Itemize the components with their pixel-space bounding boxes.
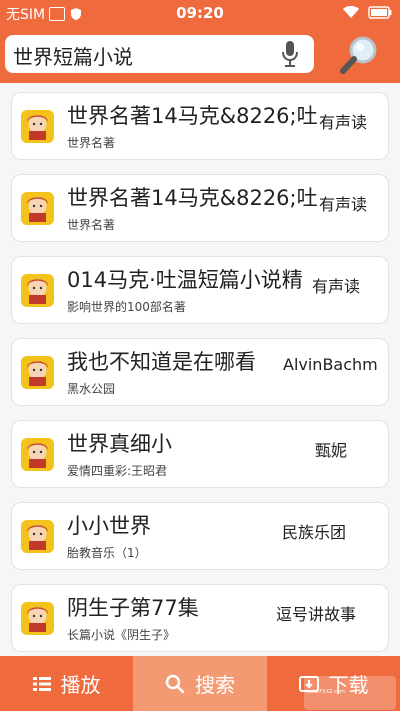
tab-play-label: 播放	[60, 673, 101, 697]
status-right	[342, 5, 392, 19]
battery-icon	[368, 5, 392, 19]
result-author: 有声读	[312, 277, 361, 296]
microphone-icon[interactable]	[280, 40, 300, 68]
result-card[interactable]: 我也不知道是在哪看 黑水公园 AlvinBachm	[11, 338, 389, 406]
status-time: 09:20	[176, 4, 224, 22]
result-card[interactable]: 世界真细小 爱情四重彩:王昭君 甄妮	[11, 420, 389, 488]
result-title: 014马克·吐温短篇小说精	[67, 268, 303, 292]
watermark-logo: www.FXXZ.com	[304, 676, 396, 710]
app-avatar-icon	[21, 356, 54, 389]
search-query[interactable]: 世界短篇小说	[13, 41, 133, 70]
app-avatar-icon	[21, 110, 54, 143]
result-card[interactable]: 阴生子第77集 长篇小说《阴生子》 逗号讲故事	[11, 584, 389, 652]
result-list: 世界名著14马克&8226;吐 世界名著 有声读 世界名著14马克&8226;吐…	[0, 83, 400, 656]
result-author: AlvinBachm	[283, 355, 378, 374]
result-subtitle: 影响世界的100部名著	[67, 300, 186, 314]
result-card[interactable]: 世界名著14马克&8226;吐 世界名著 有声读	[11, 92, 389, 160]
result-author: 有声读	[319, 113, 368, 132]
result-author: 有声读	[319, 195, 368, 214]
tab-search[interactable]: 搜索	[133, 656, 267, 711]
result-card[interactable]: 小小世界 胎教音乐（1） 民族乐团	[11, 502, 389, 570]
result-title: 我也不知道是在哪看	[67, 350, 256, 374]
result-title: 小小世界	[67, 514, 151, 538]
result-subtitle: 黑水公园	[67, 382, 116, 396]
search-input[interactable]: 世界短篇小说	[5, 35, 314, 73]
result-subtitle: 爱情四重彩:王昭君	[67, 464, 168, 478]
tab-search-label: 搜索	[195, 673, 235, 697]
result-author: 逗号讲故事	[276, 605, 357, 624]
app-header: 无SIM 09:20 世界短篇小说	[0, 0, 400, 83]
tab-play[interactable]: 播放	[0, 656, 133, 711]
app-avatar-icon	[21, 602, 54, 635]
status-bar: 无SIM 09:20	[0, 0, 400, 26]
app-avatar-icon	[21, 192, 54, 225]
result-subtitle: 长篇小说《阴生子》	[67, 628, 176, 642]
app-avatar-icon	[21, 438, 54, 471]
result-title: 世界真细小	[67, 432, 172, 456]
wifi-icon	[343, 6, 359, 18]
app-avatar-icon	[21, 520, 54, 553]
result-author: 民族乐团	[282, 523, 347, 542]
result-subtitle: 世界名著	[67, 136, 116, 150]
search-icon	[165, 674, 185, 693]
result-subtitle: 世界名著	[67, 218, 116, 232]
app-avatar-icon	[21, 274, 54, 307]
result-subtitle: 胎教音乐（1）	[67, 546, 147, 560]
result-card[interactable]: 世界名著14马克&8226;吐 世界名著 有声读	[11, 174, 389, 242]
list-icon	[32, 676, 51, 691]
search-row: 世界短篇小说	[0, 34, 400, 76]
result-title: 世界名著14马克&8226;吐	[67, 104, 317, 128]
magnifier-search-button[interactable]	[338, 34, 380, 76]
result-title: 世界名著14马克&8226;吐	[67, 186, 317, 210]
watermark-url: www.FXXZ.com	[306, 689, 345, 695]
result-author: 甄妮	[315, 441, 348, 460]
result-card[interactable]: 014马克·吐温短篇小说精 影响世界的100部名著 有声读	[11, 256, 389, 324]
